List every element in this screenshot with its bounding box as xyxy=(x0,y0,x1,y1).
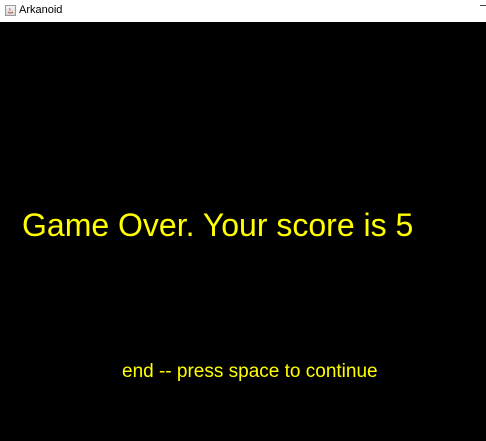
java-app-icon xyxy=(5,5,16,16)
game-window: Arkanoid Game Over. Your score is 5 end … xyxy=(0,0,486,441)
title-bar[interactable]: Arkanoid xyxy=(0,0,486,22)
minimize-icon[interactable] xyxy=(480,5,486,6)
game-over-message: Game Over. Your score is 5 xyxy=(22,207,414,243)
continue-prompt: end -- press space to continue xyxy=(122,361,378,382)
window-title: Arkanoid xyxy=(19,4,63,16)
game-canvas[interactable]: Game Over. Your score is 5 end -- press … xyxy=(0,22,486,441)
